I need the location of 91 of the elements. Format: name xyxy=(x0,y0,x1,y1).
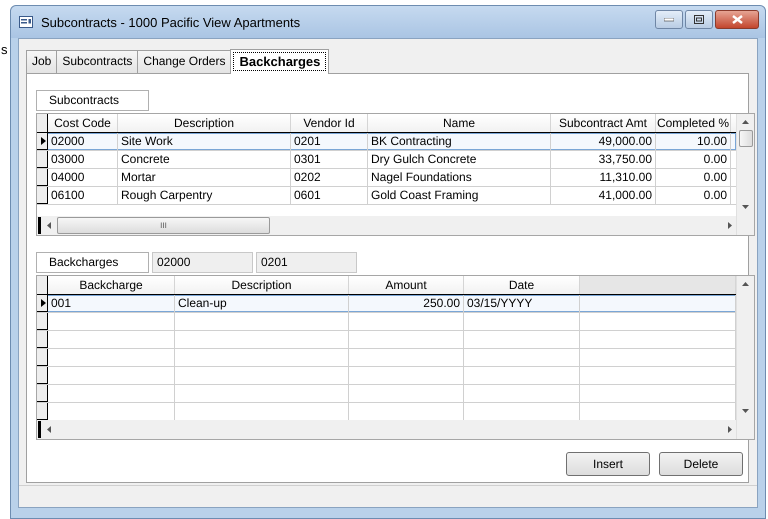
vendor-id-field: 0201 xyxy=(256,252,357,273)
row-header-edge xyxy=(38,217,41,234)
tab[interactable]: Change Orders xyxy=(137,50,232,73)
table-cell: 0201 xyxy=(291,133,368,150)
minimize-icon xyxy=(664,18,674,22)
scroll-thumb[interactable] xyxy=(738,130,752,147)
scroll-left-icon xyxy=(47,222,51,229)
tab[interactable]: Subcontracts xyxy=(56,50,138,73)
delete-button[interactable]: Delete xyxy=(659,452,743,476)
column-header[interactable]: Cost Code xyxy=(48,114,118,132)
table-cell: 04000 xyxy=(48,169,118,186)
form-icon xyxy=(19,16,33,28)
current-row-icon xyxy=(41,137,46,145)
current-row-icon xyxy=(41,299,46,307)
column-header[interactable]: Subcontract Amt xyxy=(551,114,656,132)
table-row[interactable]: 03000 Concrete 0301 Dry Gulch Concrete 33,750.00 0.00 xyxy=(37,151,736,169)
vertical-scrollbar[interactable] xyxy=(736,114,754,235)
cost-code-field: 02000 xyxy=(152,252,253,273)
vertical-scrollbar[interactable] xyxy=(736,276,754,439)
window-title: Subcontracts - 1000 Pacific View Apartments xyxy=(41,14,300,30)
table-cell: 001 xyxy=(48,295,175,312)
background-text: s xyxy=(1,42,8,57)
table-cell: 33,750.00 xyxy=(551,151,656,168)
row-header[interactable] xyxy=(37,151,48,168)
table-cell: 49,000.00 xyxy=(551,133,656,150)
tab[interactable]: Job xyxy=(26,50,58,73)
table-cell: 06100 xyxy=(48,187,118,204)
column-header[interactable]: Completed % xyxy=(656,114,731,132)
table-cell: 0.00 xyxy=(656,151,731,168)
table-cell: 02000 xyxy=(48,133,118,150)
table-cell: Clean-up xyxy=(175,295,349,312)
scroll-up-icon xyxy=(742,282,749,286)
row-header[interactable] xyxy=(37,331,48,348)
table-cell: Rough Carpentry xyxy=(118,187,291,204)
column-header[interactable]: Amount xyxy=(349,276,464,294)
row-header[interactable] xyxy=(37,367,48,384)
table-cell: Dry Gulch Concrete xyxy=(368,151,551,168)
section-label: Backcharges xyxy=(36,252,149,273)
table-cell: Concrete xyxy=(118,151,291,168)
table-cell: 250.00 xyxy=(349,295,464,312)
column-header[interactable]: Description xyxy=(175,276,349,294)
table-cell: 11,310.00 xyxy=(551,169,656,186)
horizontal-scrollbar[interactable]: III xyxy=(37,216,736,235)
row-header[interactable] xyxy=(37,295,48,312)
close-icon xyxy=(732,15,742,24)
column-header[interactable]: Backcharge xyxy=(48,276,175,294)
table-cell: 0601 xyxy=(291,187,368,204)
row-header[interactable] xyxy=(37,133,48,150)
table-cell: 10.00 xyxy=(656,133,731,150)
table-row[interactable]: 04000 Mortar 0202 Nagel Foundations 11,310.00 0.00 xyxy=(37,169,736,187)
table-cell: 03000 xyxy=(48,151,118,168)
column-header[interactable]: Vendor Id xyxy=(291,114,368,132)
row-header[interactable] xyxy=(37,349,48,366)
row-header-edge xyxy=(38,421,41,438)
row-header[interactable] xyxy=(37,385,48,402)
table-cell: Nagel Foundations xyxy=(368,169,551,186)
thumb-grip: III xyxy=(160,221,167,230)
column-header[interactable]: Name xyxy=(368,114,551,132)
table-cell: 0301 xyxy=(291,151,368,168)
table-cell: BK Contracting xyxy=(368,133,551,150)
row-header[interactable] xyxy=(37,187,48,204)
row-header[interactable] xyxy=(37,169,48,186)
section-label: Subcontracts xyxy=(36,90,149,111)
scroll-down-icon xyxy=(742,409,749,413)
table-row[interactable]: 02000 Site Work 0201 BK Contracting 49,000.00 10.00 xyxy=(37,133,736,151)
table-cell: 0.00 xyxy=(656,187,731,204)
close-button[interactable] xyxy=(715,10,759,29)
scroll-up-icon xyxy=(742,120,749,124)
table-cell: Mortar xyxy=(118,169,291,186)
scroll-right-icon xyxy=(728,222,732,229)
table-row[interactable]: 001 Clean-up 250.00 03/15/YYYY xyxy=(37,295,736,313)
horizontal-scrollbar[interactable] xyxy=(37,420,736,439)
table-row[interactable]: 06100 Rough Carpentry 0601 Gold Coast Framing 41,000.00 0.00 xyxy=(37,187,736,205)
table-cell: 41,000.00 xyxy=(551,187,656,204)
table-cell: 0202 xyxy=(291,169,368,186)
table-cell: 0.00 xyxy=(656,169,731,186)
minimize-button[interactable] xyxy=(655,10,683,29)
scroll-thumb[interactable]: III xyxy=(57,217,270,234)
maximize-button[interactable] xyxy=(685,10,713,29)
scroll-right-icon xyxy=(728,426,732,433)
column-header[interactable]: Description xyxy=(118,114,291,132)
maximize-icon xyxy=(694,15,704,24)
scroll-down-icon xyxy=(742,205,749,209)
tab[interactable]: Backcharges xyxy=(230,49,330,74)
insert-button[interactable]: Insert xyxy=(566,452,650,476)
row-header[interactable] xyxy=(37,313,48,330)
table-cell: Gold Coast Framing xyxy=(368,187,551,204)
table-cell: Site Work xyxy=(118,133,291,150)
row-header[interactable] xyxy=(37,403,48,420)
table-cell: 03/15/YYYY xyxy=(464,295,580,312)
scroll-left-icon xyxy=(47,426,51,433)
